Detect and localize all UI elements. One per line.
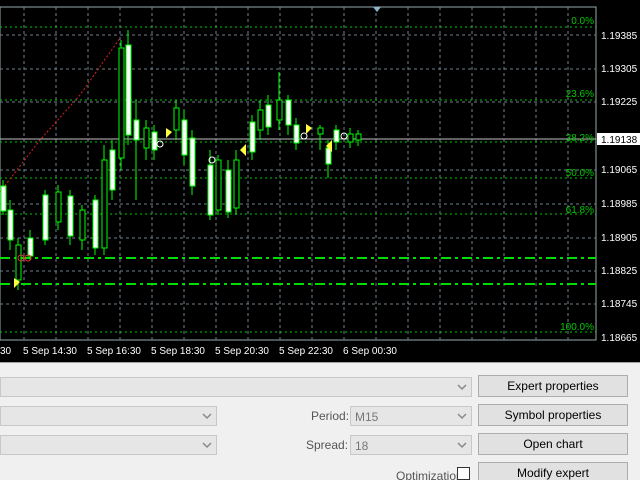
- time-tick-label: 30: [0, 346, 12, 357]
- time-tick-label: 5 Sep 22:30: [279, 346, 333, 357]
- fib-level-label: 50.0%: [566, 168, 594, 179]
- chevron-down-icon: [457, 442, 467, 449]
- period-value: M15: [355, 410, 379, 424]
- symbol-select[interactable]: [0, 406, 217, 426]
- expert-select[interactable]: [0, 377, 472, 397]
- price-tick-label: 1.19305: [601, 64, 638, 75]
- price-tick-label: 1.19225: [601, 97, 638, 108]
- time-tick-label: 5 Sep 18:30: [151, 346, 205, 357]
- spread-select[interactable]: 18: [350, 435, 472, 455]
- chevron-down-icon: [202, 413, 212, 420]
- price-tick-label: 1.18905: [601, 233, 638, 244]
- fib-level-label: 23.6%: [566, 89, 594, 100]
- horizontal-grid: [0, 34, 596, 305]
- fib-level-label: 100.0%: [560, 322, 594, 333]
- chart-canvas: 1.19385 1.19305 1.19225 1.19138 1.19065 1.189…: [0, 6, 640, 357]
- chevron-down-icon: [202, 442, 212, 449]
- symbol-properties-button[interactable]: Symbol properties: [478, 404, 628, 426]
- period-label: Period:: [311, 409, 350, 423]
- price-axis: 1.19385 1.19305 1.19225 1.19138 1.19065 1.189…: [601, 31, 638, 344]
- open-chart-button[interactable]: Open chart: [478, 433, 628, 455]
- expert-properties-button[interactable]: Expert properties: [478, 375, 628, 397]
- time-tick-label: 5 Sep 14:30: [23, 346, 77, 357]
- price-tick-label: 1.18985: [601, 199, 638, 210]
- price-tick-label: 1.19138: [601, 135, 638, 146]
- spread-label: Spread:: [306, 438, 349, 452]
- price-chart[interactable]: 1.19385 1.19305 1.19225 1.19138 1.19065 1.189…: [0, 0, 640, 362]
- fib-label-group: 0.0% 23.6% 38.2% 50.0% 61.8% 100.0%: [560, 16, 594, 333]
- chevron-down-icon: [457, 384, 467, 391]
- fib-level-label: 0.0%: [571, 16, 594, 27]
- time-tick-label: 5 Sep 16:30: [87, 346, 141, 357]
- optimization-checkbox[interactable]: [457, 467, 470, 480]
- spread-value: 18: [355, 439, 369, 453]
- optimization-label: Optimization: [396, 469, 463, 480]
- trade-markers: [14, 124, 348, 288]
- strategy-tester-panel: Period: M15 Spread: 18 Optimization Expe…: [0, 362, 640, 480]
- fib-level-label: 61.8%: [566, 205, 594, 216]
- fib-lines: [0, 26, 596, 333]
- model-select[interactable]: [0, 435, 217, 455]
- modify-expert-button[interactable]: Modify expert: [478, 462, 628, 480]
- chevron-down-icon: [457, 413, 467, 420]
- plot-frame: [0, 6, 597, 341]
- price-tick-label: 1.19385: [601, 31, 638, 42]
- price-tick-label: 1.18825: [601, 266, 638, 277]
- fib-level-label: 38.2%: [566, 133, 594, 144]
- time-tick-label: 6 Sep 00:30: [343, 346, 397, 357]
- price-tick-label: 1.18665: [601, 333, 638, 344]
- time-tick-label: 5 Sep 20:30: [215, 346, 269, 357]
- price-tick-label: 1.18745: [601, 299, 638, 310]
- price-tick-label: 1.19065: [601, 165, 638, 176]
- shift-marker[interactable]: [373, 7, 381, 12]
- period-select[interactable]: M15: [350, 406, 472, 426]
- time-axis: 30 5 Sep 14:30 5 Sep 16:30 5 Sep 18:30 5 Sep…: [0, 346, 397, 357]
